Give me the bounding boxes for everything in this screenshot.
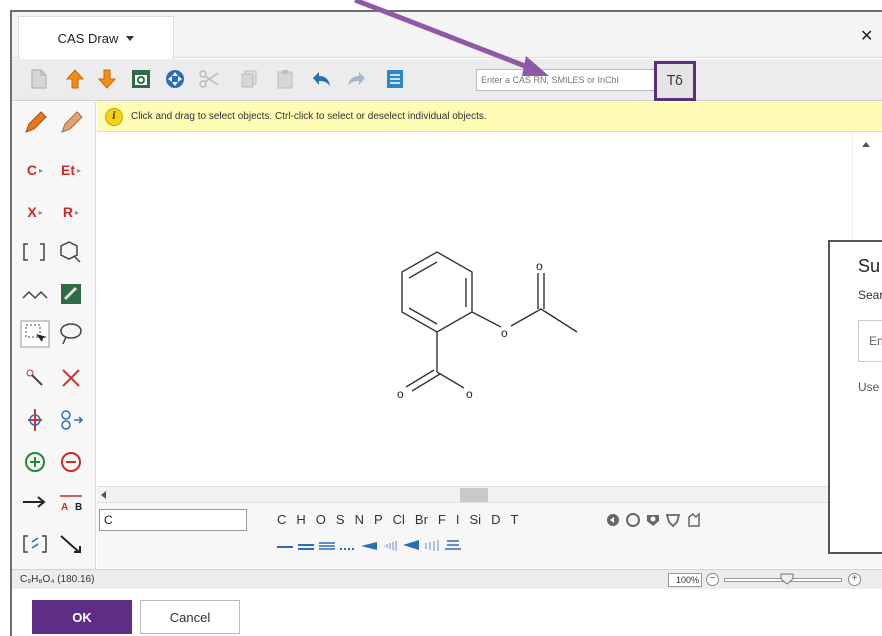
arrow-shaft xyxy=(354,0,531,71)
screenshot: CAS Draw ✕ Enter a CAS RN, SMILES or InC… xyxy=(0,0,882,636)
arrow-head-icon xyxy=(522,56,549,76)
annotation-arrow xyxy=(354,0,549,76)
